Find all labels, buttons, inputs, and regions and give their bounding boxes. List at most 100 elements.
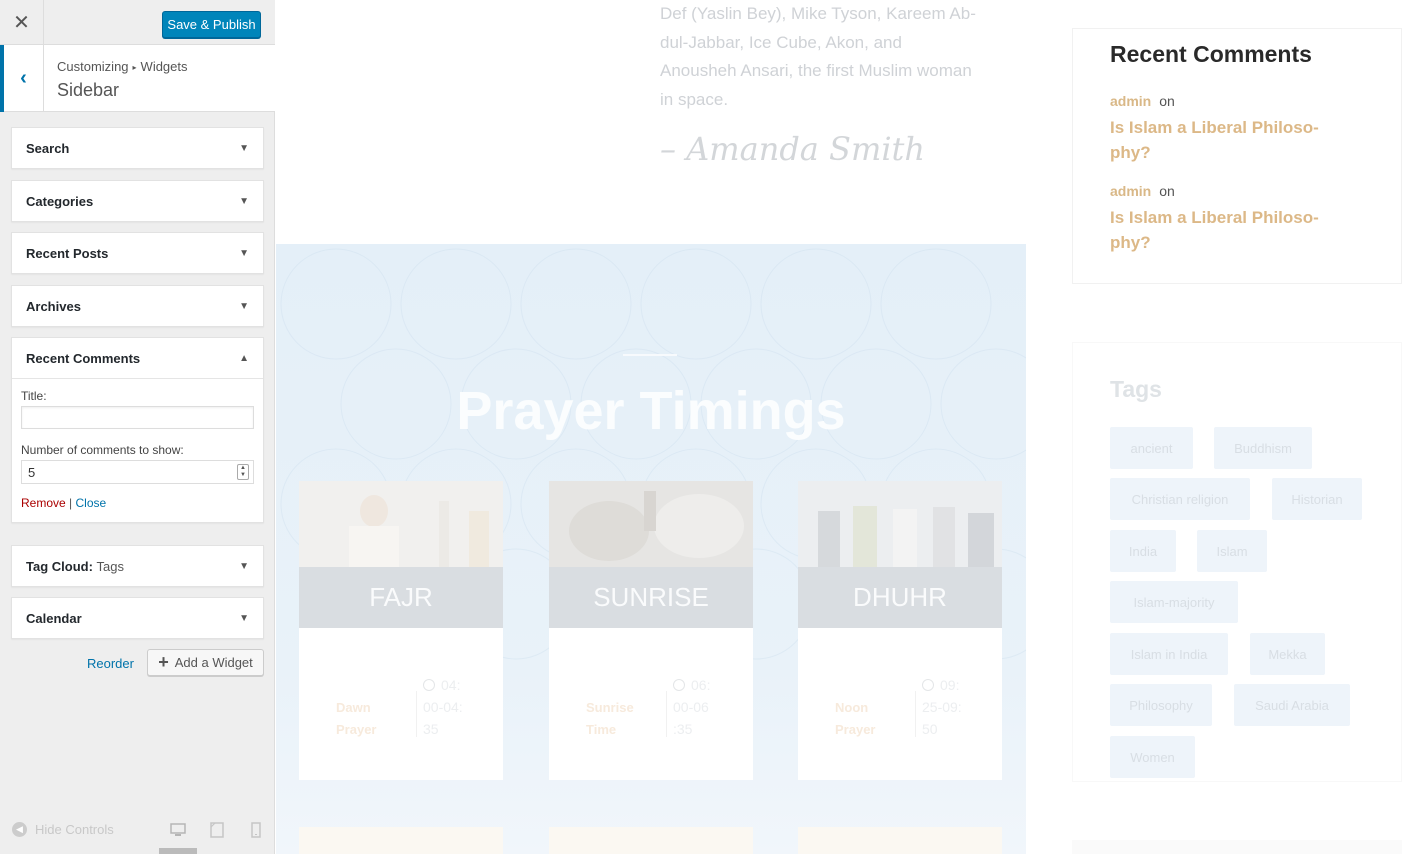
- caret-down-icon[interactable]: ▼: [239, 301, 249, 312]
- clock-icon: [423, 679, 435, 691]
- add-widget-label: Add a Widget: [174, 655, 253, 670]
- widget-tag-cloud: Tag Cloud: Tags ▼: [11, 545, 264, 587]
- remove-link[interactable]: Remove: [21, 496, 66, 510]
- comment-post-link[interactable]: Is Islam a Liberal Philoso- phy?: [1110, 115, 1350, 165]
- caret-down-icon[interactable]: ▼: [239, 143, 249, 154]
- widget-categories-header[interactable]: Categories ▼: [12, 181, 263, 221]
- widget-search-header[interactable]: Search ▼: [12, 128, 263, 168]
- section-title: Prayer Timings: [456, 381, 846, 441]
- tablet-icon[interactable]: [209, 822, 225, 838]
- prayer-time-part: 25-09:: [922, 699, 962, 715]
- widget-title-main: Tag Cloud:: [26, 558, 93, 574]
- prayer-label: Sunrise Time: [586, 697, 646, 741]
- reorder-link[interactable]: Reorder: [87, 656, 134, 671]
- tag-link[interactable]: ancient: [1110, 427, 1193, 469]
- page-title: Sidebar: [57, 80, 120, 100]
- quote-line: dul-Jabbar, Ice Cube, Akon, and: [660, 32, 902, 52]
- tag-link[interactable]: Islam-majority: [1110, 581, 1238, 623]
- tag-link[interactable]: Historian: [1272, 478, 1362, 520]
- comment-meta: admin on: [1110, 93, 1175, 109]
- breadcrumb-root: Customizing: [57, 59, 129, 74]
- tag-link[interactable]: Islam: [1197, 530, 1267, 572]
- plus-icon: +: [158, 652, 169, 672]
- prayer-time: 04: 00-04: 35: [423, 674, 473, 740]
- prayer-time-part: 35: [423, 721, 439, 737]
- prayer-time-part: :35: [673, 721, 693, 737]
- prayer-card-fajr: FAJR 04: 00-04: 35 Dawn Prayer: [299, 481, 503, 780]
- tag-link[interactable]: Mekka: [1250, 633, 1325, 675]
- spinner-icon[interactable]: ▲ ▼: [237, 464, 249, 480]
- widget-recent-posts-header[interactable]: Recent Posts ▼: [12, 233, 263, 273]
- tag-link[interactable]: India: [1110, 530, 1176, 572]
- widget-archives-header[interactable]: Archives ▼: [12, 286, 263, 326]
- hide-controls-label: Hide Controls: [35, 822, 114, 837]
- recent-comments-widget: Recent Comments admin on Is Islam a Liber…: [1072, 28, 1402, 284]
- prayer-label-part: Dawn: [336, 700, 371, 715]
- caret-down-icon[interactable]: ▼: [239, 248, 249, 259]
- save-publish-button[interactable]: Save & Publish: [162, 11, 261, 38]
- widget-calendar-header[interactable]: Calendar ▼: [12, 598, 263, 638]
- back-arrow-icon[interactable]: ‹: [0, 45, 44, 112]
- close-icon[interactable]: ✕: [0, 0, 44, 45]
- tag-link[interactable]: Philosophy: [1110, 684, 1212, 726]
- comment-post-link-part: phy?: [1110, 143, 1151, 162]
- widget-categories: Categories ▼: [11, 180, 264, 222]
- clock-icon: [922, 679, 934, 691]
- number-label: Number of comments to show:: [21, 443, 184, 457]
- prayer-photo: [299, 481, 503, 567]
- comment-post-link-part: Is Islam a Liberal Philoso-: [1110, 208, 1319, 227]
- caret-down-icon[interactable]: ▼: [239, 561, 249, 572]
- comment-author[interactable]: admin: [1110, 93, 1151, 109]
- tag-link[interactable]: Women: [1110, 736, 1195, 778]
- comment-post-link-part: phy?: [1110, 233, 1151, 252]
- close-link[interactable]: Close: [76, 496, 107, 510]
- next-card-preview: [549, 827, 753, 854]
- quote-line: Anousheh Ansari, the first Muslim woman: [660, 61, 972, 80]
- tag-link[interactable]: Buddhism: [1214, 427, 1312, 469]
- desktop-icon[interactable]: [170, 822, 186, 838]
- widget-search: Search ▼: [11, 127, 264, 169]
- tag-link[interactable]: Saudi Arabia: [1234, 684, 1350, 726]
- widget-title: Calendar: [26, 610, 82, 626]
- add-widget-button[interactable]: + Add a Widget: [147, 649, 264, 676]
- mobile-icon[interactable]: [248, 822, 264, 838]
- title-input[interactable]: [21, 406, 254, 429]
- prayer-time-part: 04:: [441, 677, 461, 693]
- comment-on: on: [1159, 93, 1175, 109]
- next-card-preview: [299, 827, 503, 854]
- tags-widget: Tags ancient Buddhism Christian religion…: [1072, 342, 1402, 782]
- hide-controls-button[interactable]: ◀ Hide Controls: [12, 822, 114, 837]
- comment-author[interactable]: admin: [1110, 183, 1151, 199]
- caret-down-icon[interactable]: ▼: [239, 196, 249, 207]
- title-divider: [623, 354, 677, 356]
- tag-link[interactable]: Islam in India: [1110, 633, 1228, 675]
- card-divider: [915, 691, 916, 737]
- actions-separator: |: [69, 496, 73, 510]
- customizer-footer: ◀ Hide Controls: [0, 810, 275, 854]
- site-preview: Def (Yaslin Bey), Mike Tyson, Kareem Ab-…: [276, 0, 1419, 854]
- widget-title: Search: [26, 140, 70, 156]
- prayer-time: 06: 00-06 :35: [673, 674, 723, 740]
- customizer-header: ✕ Save & Publish: [0, 0, 275, 45]
- active-device-indicator: [159, 848, 197, 854]
- comment-post-link[interactable]: Is Islam a Liberal Philoso- phy?: [1110, 205, 1350, 255]
- footer-edge: [1072, 840, 1402, 854]
- number-input[interactable]: 5 ▲ ▼: [21, 460, 254, 484]
- tag-link[interactable]: Christian religion: [1110, 478, 1250, 520]
- comment-meta: admin on: [1110, 183, 1175, 199]
- prayer-section: Prayer Timings FAJR 04: 00-04: 35 Dawn P…: [276, 244, 1026, 854]
- prayer-time: 09: 25-09: 50: [922, 674, 972, 740]
- prayer-photo: [549, 481, 753, 567]
- breadcrumb-separator-icon: ▸: [132, 63, 137, 72]
- widget-actions: Remove | Close: [21, 496, 254, 510]
- widget-heading: Tags: [1110, 376, 1162, 402]
- card-divider: [416, 691, 417, 737]
- caret-down-icon[interactable]: ▼: [239, 613, 249, 624]
- prayer-card-dhuhr: DHUHR 09: 25-09: 50 Noon Prayer: [798, 481, 1002, 780]
- widget-tag-cloud-header[interactable]: Tag Cloud: Tags ▼: [12, 546, 263, 586]
- widget-title-sub: Tags: [96, 558, 125, 574]
- caret-up-icon[interactable]: ▲: [239, 353, 249, 364]
- comment-post-link-part: Is Islam a Liberal Philoso-: [1110, 118, 1319, 137]
- widget-recent-comments-header[interactable]: Recent Comments ▲: [12, 338, 263, 378]
- quote-text: Def (Yaslin Bey), Mike Tyson, Kareem Ab-…: [660, 0, 1000, 114]
